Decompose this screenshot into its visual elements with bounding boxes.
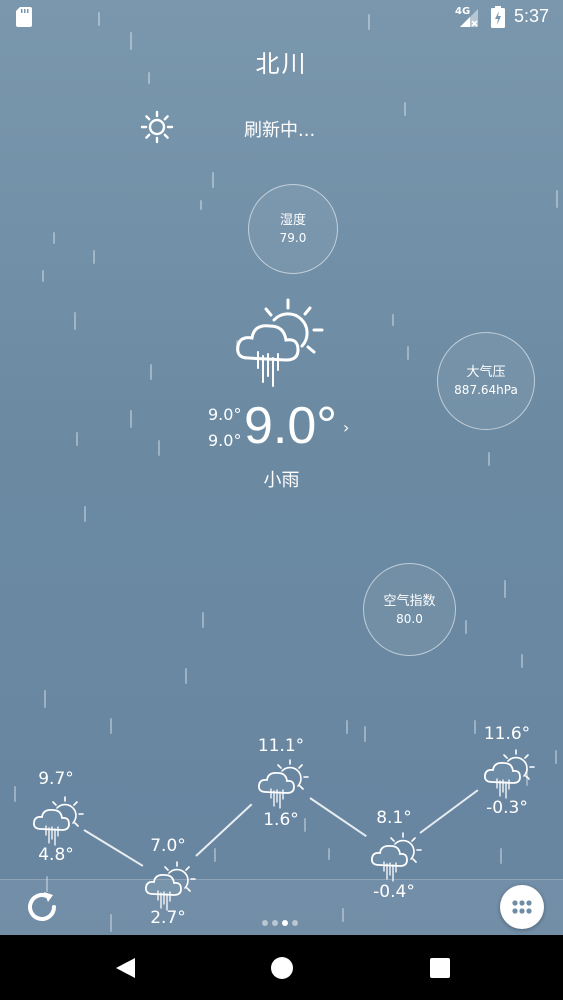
cloud-sun-rain-icon [480,748,538,800]
cloud-sun-rain-icon [29,795,87,847]
forecast-low-temp: -0.3° [486,798,528,818]
menu-button[interactable] [500,885,544,929]
page-dot[interactable] [262,920,268,926]
forecast-high-temp: 9.7° [38,769,74,789]
forecast-high-temp: 8.1° [376,808,412,828]
forecast-chart: 9.7° 4.8° 7.0° 2.7° 11.1° 1.6° 8.1° -0.4° 11.6° -… [0,0,563,935]
forecast-high-temp: 7.0° [150,836,186,856]
page-indicator [262,920,298,926]
recent-apps-icon[interactable] [429,957,451,979]
home-icon[interactable] [270,956,294,980]
weather-screen: 4G 5:37 北川 刷新中... 湿度 79.0 大气压 887.64hPa [0,0,563,935]
forecast-trend-line [195,803,253,857]
forecast-high-temp: 11.1° [257,736,305,756]
forecast-trend-line [309,797,367,837]
page-dot[interactable] [292,920,298,926]
forecast-trend-line [419,789,479,834]
forecast-low-temp: 1.6° [263,810,299,830]
forecast-low-temp: 4.8° [38,845,74,865]
cloud-sun-rain-icon [254,758,312,810]
cloud-sun-rain-icon [367,831,425,883]
back-icon[interactable] [114,956,136,980]
page-dot[interactable] [272,920,278,926]
forecast-trend-line [83,829,144,867]
forecast-high-temp: 11.6° [483,724,531,744]
page-dot[interactable] [282,920,288,926]
grid-dots-icon [512,900,532,914]
refresh-icon[interactable] [24,889,60,925]
bottom-toolbar [0,879,563,935]
